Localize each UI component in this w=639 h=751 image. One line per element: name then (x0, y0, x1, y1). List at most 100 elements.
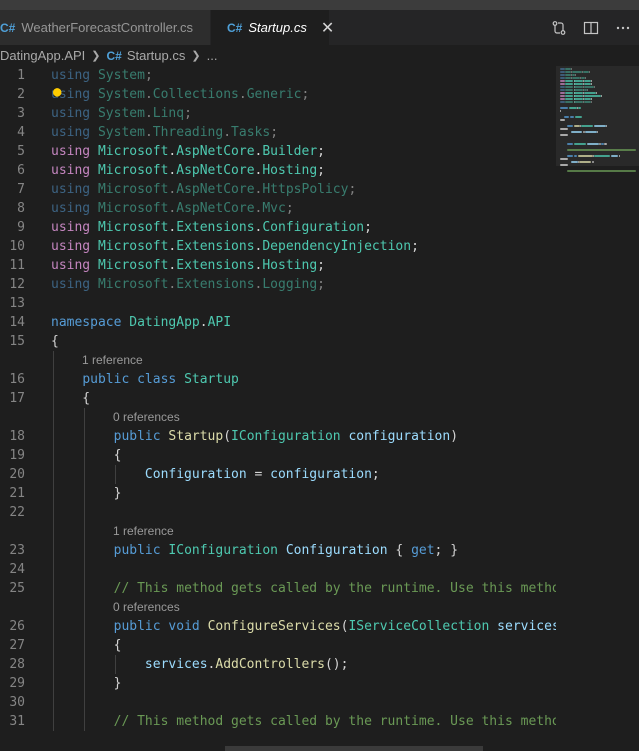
code-token: configuration (348, 429, 451, 444)
codelens-references[interactable]: 0 references (113, 408, 180, 427)
minimap-line (574, 92, 584, 94)
code-line[interactable]: 4 using System.Threading.Tasks; (0, 123, 556, 142)
code-text: public Startup(IConfiguration configurat… (51, 427, 458, 446)
code-token: DependencyInjection (262, 239, 412, 254)
code-line[interactable]: 7 using Microsoft.AspNetCore.HttpsPolicy; (0, 180, 556, 199)
minimap-line (594, 125, 606, 127)
minimap-line (582, 71, 589, 73)
code-line[interactable]: 1 using System; (0, 66, 556, 85)
line-number: 21 (9, 486, 25, 501)
code-line[interactable]: 9 using Microsoft.Extensions.Configuratio… (0, 218, 556, 237)
code-text: public class Startup (51, 370, 239, 389)
minimap-line (560, 110, 561, 112)
code-token: . (144, 125, 153, 140)
minimap-line (574, 101, 584, 103)
compare-changes-icon[interactable] (543, 10, 575, 45)
minimap-line (560, 68, 565, 70)
minimap-line (565, 101, 574, 103)
code-text: // This method gets called by the runtim… (51, 712, 556, 731)
codelens-references[interactable]: 1 reference (113, 522, 174, 541)
code-text: using Microsoft.Extensions.Logging; (51, 275, 325, 294)
tab-weatherforecastcontroller[interactable]: C# WeatherForecastController.cs (0, 10, 210, 45)
code-line[interactable]: 6 using Microsoft.AspNetCore.Hosting; (0, 161, 556, 180)
code-token: ( (223, 429, 232, 444)
minimap-line (578, 107, 581, 109)
split-editor-icon[interactable] (575, 10, 607, 45)
line-number: 19 (9, 448, 25, 463)
minimap-line (570, 161, 578, 163)
code-token: Linq (152, 106, 185, 121)
code-line[interactable]: 3 using System.Linq; (0, 104, 556, 123)
code-text: using System; (51, 66, 153, 85)
code-line[interactable]: 14 namespace DatingApp.API (0, 313, 556, 332)
code-line[interactable]: 17 { (0, 389, 556, 408)
code-token: void (168, 619, 200, 634)
code-token: ; (317, 277, 325, 292)
code-token: Extensions (176, 220, 255, 235)
horizontal-scrollbar[interactable] (225, 746, 483, 751)
code-line[interactable]: 11 using Microsoft.Extensions.Hosting; (0, 256, 556, 275)
code-line[interactable]: 16 public class Startup (0, 370, 556, 389)
code-line[interactable]: 8 using Microsoft.AspNetCore.Mvc; (0, 199, 556, 218)
minimap[interactable] (556, 66, 639, 741)
minimap-line (584, 98, 591, 100)
code-token: ; (364, 220, 372, 235)
lightbulb-icon[interactable]: ● (53, 85, 61, 99)
code-line[interactable]: 13 (0, 294, 556, 313)
code-line[interactable]: 15 { (0, 332, 556, 351)
minimap-line (560, 74, 565, 76)
code-token: { (51, 391, 91, 406)
code-text: using Microsoft.AspNetCore.Hosting; (51, 161, 325, 180)
code-token: ; (184, 106, 192, 121)
code-text: public void ConfigureServices(IServiceCo… (51, 617, 556, 636)
code-token: using (51, 125, 91, 140)
indent-guide (53, 351, 54, 731)
code-editor[interactable]: 1 using System; 2 using System.Collections.… (0, 66, 556, 741)
code-text: { (51, 332, 59, 351)
code-token: { (51, 334, 59, 349)
indent-guide (84, 408, 85, 731)
code-line[interactable]: 10 using Microsoft.Extensions.DependencyI… (0, 237, 556, 256)
code-text: { (51, 636, 122, 655)
codelens-references[interactable]: 1 reference (82, 351, 143, 370)
code-line[interactable]: 2 using System.Collections.Generic; (0, 85, 556, 104)
line-number: 31 (9, 714, 25, 729)
line-number: 17 (9, 391, 25, 406)
minimap-line (560, 86, 565, 88)
code-token: System (97, 106, 145, 121)
code-token: } (51, 676, 122, 691)
close-icon[interactable]: ✕ (321, 18, 334, 38)
code-token: public (82, 372, 130, 387)
code-token: public (113, 619, 161, 634)
breadcrumb-more[interactable]: ... (207, 48, 218, 63)
code-token: // This method gets called by the runtim… (113, 581, 556, 596)
code-token: Mvc (262, 201, 286, 216)
code-token: Microsoft (97, 239, 169, 254)
code-text: { (51, 446, 122, 465)
line-number: 11 (9, 258, 25, 273)
editor-actions (543, 10, 639, 45)
code-token: ; (317, 144, 325, 159)
breadcrumb-project[interactable]: DatingApp.API (0, 48, 85, 63)
code-token: Startup (168, 429, 224, 444)
tab-startup[interactable]: C# Startup.cs ✕ (211, 10, 334, 45)
more-actions-icon[interactable] (607, 10, 639, 45)
line-number: 15 (9, 334, 25, 349)
codelens-references[interactable]: 0 references (113, 598, 180, 617)
code-token: using (51, 182, 91, 197)
line-number: 27 (9, 638, 25, 653)
code-token: Collections (152, 87, 239, 102)
code-line[interactable]: 5 using Microsoft.AspNetCore.Builder; (0, 142, 556, 161)
code-token: Generic (246, 87, 302, 102)
minimap-line (584, 80, 591, 82)
minimap-line (584, 101, 591, 103)
code-token: get (411, 543, 435, 558)
line-number: 24 (9, 562, 25, 577)
minimap-line (578, 161, 592, 163)
breadcrumb-file[interactable]: Startup.cs (127, 48, 186, 63)
code-line[interactable]: 12 using Microsoft.Extensions.Logging; (0, 275, 556, 294)
